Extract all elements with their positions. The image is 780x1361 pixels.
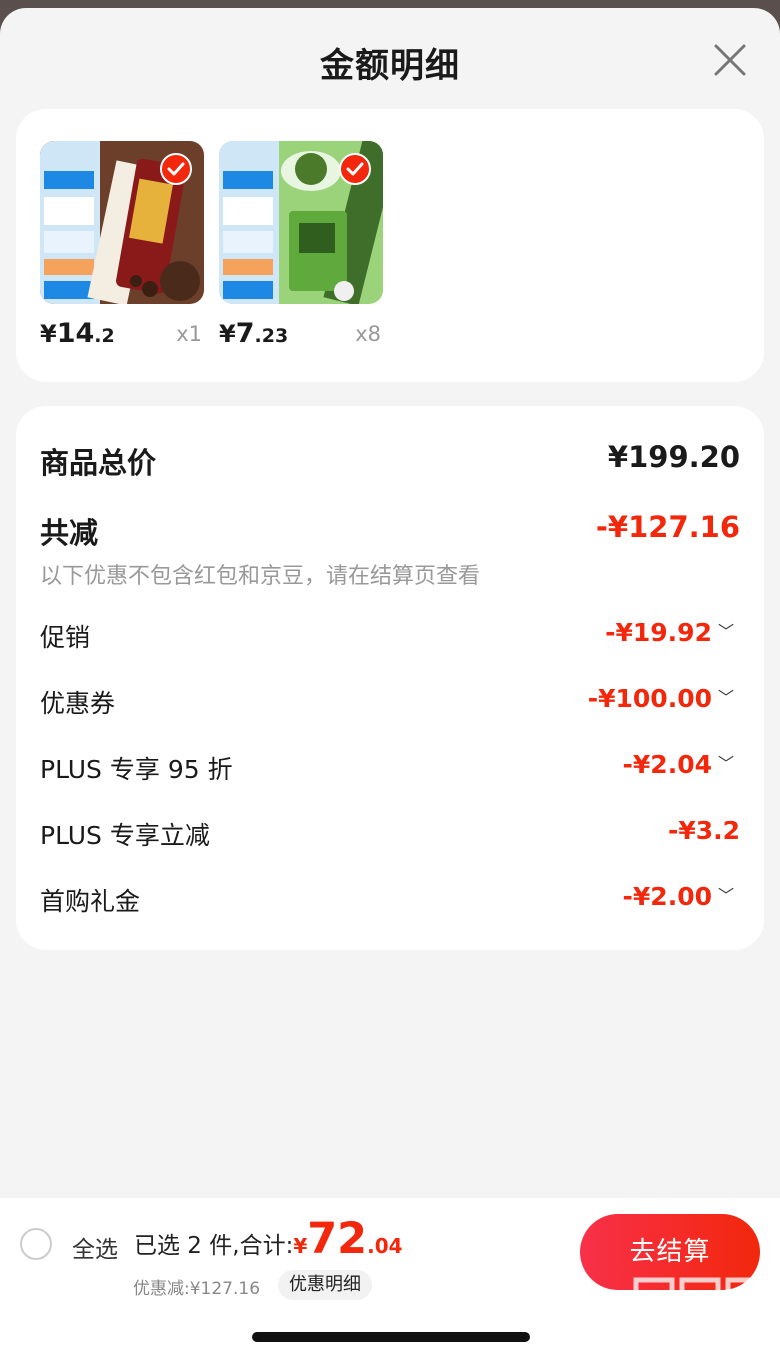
sheet-title: 金额明细 [320, 46, 460, 86]
chevron-down-icon[interactable]: ﹀ [718, 882, 734, 906]
discount-label: 优惠券 [40, 689, 116, 718]
discount-label: PLUS 专享 95 折 [40, 755, 233, 784]
selected-check-icon[interactable] [339, 153, 371, 185]
discount-value: -¥2.00 ﹀ [622, 882, 734, 911]
product-image [40, 141, 204, 304]
sheet-header: 金额明细 [0, 8, 780, 108]
selected-total: 已选 2 件,合计:¥72.04 [134, 1214, 403, 1264]
discount-detail-button[interactable]: 优惠明细 [278, 1270, 372, 1300]
discount-label: 促销 [40, 623, 91, 652]
select-all-label[interactable]: 全选 [72, 1230, 118, 1264]
discount-value: -¥3.2 [667, 816, 740, 845]
total-reduction-value: -¥127.16 [595, 510, 740, 544]
discount-note: 以下优惠不包含红包和京豆，请在结算页查看 [40, 564, 481, 589]
total-price-label: 商品总价 [40, 446, 157, 480]
discount-value: -¥2.04 ﹀ [622, 750, 734, 779]
select-all-radio[interactable] [20, 1228, 52, 1260]
product-item[interactable]: ¥14.2 x1 [40, 141, 204, 376]
chevron-down-icon[interactable]: ﹀ [718, 618, 734, 642]
chevron-down-icon[interactable]: ﹀ [718, 750, 734, 774]
discount-label: PLUS 专享立减 [40, 821, 210, 850]
discount-value: -¥19.92 ﹀ [605, 618, 734, 647]
home-indicator[interactable] [252, 1332, 530, 1342]
watermark-text: zhizhizhi.com [666, 1340, 768, 1358]
amount-detail-sheet: 金额明细 ¥14.2 x1 ¥7.23 x8 商品总价 ¥199.20 共减 -… [0, 8, 780, 1361]
discount-summary: 优惠减:¥127.16 [133, 1279, 261, 1299]
product-image [219, 141, 383, 304]
product-price: ¥14.2 [40, 318, 115, 349]
total-price-value: ¥199.20 [607, 440, 740, 474]
chevron-down-icon[interactable]: ﹀ [718, 684, 734, 708]
product-price: ¥7.23 [219, 318, 289, 349]
product-item[interactable]: ¥7.23 x8 [219, 141, 383, 376]
discount-value: -¥100.00 ﹀ [587, 684, 734, 713]
close-icon[interactable] [710, 40, 750, 80]
price-summary-card: 商品总价 ¥199.20 共减 -¥127.16 以下优惠不包含红包和京豆，请在… [16, 406, 764, 950]
selected-check-icon[interactable] [160, 153, 192, 185]
product-quantity: x8 [355, 322, 381, 346]
products-card: ¥14.2 x1 ¥7.23 x8 [16, 109, 764, 382]
product-quantity: x1 [176, 322, 202, 346]
total-reduction-label: 共减 [40, 516, 99, 550]
watermark-logo: zhizhizhi.com [632, 1268, 772, 1361]
discount-label: 首购礼金 [40, 887, 141, 916]
